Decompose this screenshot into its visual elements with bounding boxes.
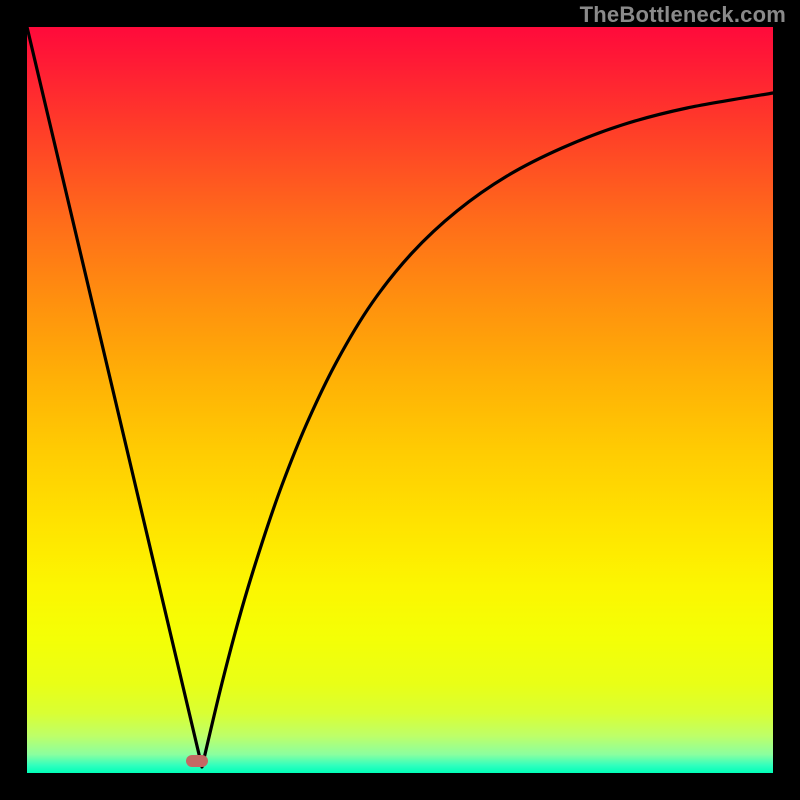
bottleneck-curve [27, 27, 773, 773]
watermark-text: TheBottleneck.com [580, 2, 786, 28]
optimum-marker [186, 755, 208, 767]
